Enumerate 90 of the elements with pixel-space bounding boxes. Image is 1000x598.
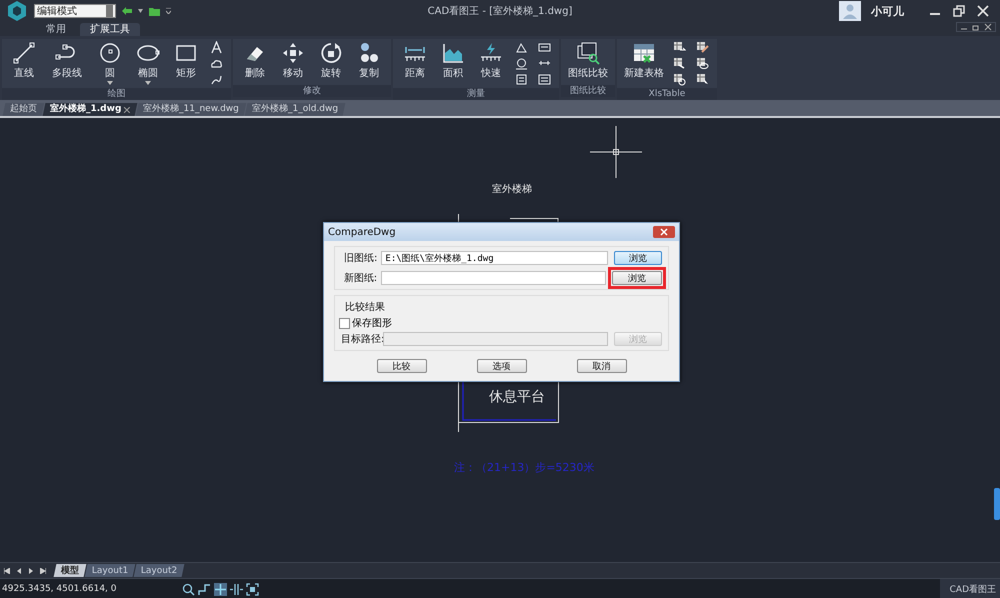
dialog-button[interactable]: 选项 xyxy=(476,359,526,373)
platform-label: 休息平台 xyxy=(489,388,545,406)
close-button[interactable] xyxy=(653,226,675,238)
list-measure-icon[interactable] xyxy=(538,73,551,86)
ribbon-tool-button[interactable]: 删除 xyxy=(237,41,273,80)
ribbon-tool-button[interactable]: 快速 xyxy=(473,41,509,80)
ribbon-tab[interactable]: 扩展工具 xyxy=(80,23,140,36)
caret-icon[interactable] xyxy=(145,81,151,85)
area-chart-icon xyxy=(441,41,465,65)
last-layout-icon[interactable] xyxy=(40,568,46,574)
restore-icon[interactable] xyxy=(972,23,980,31)
frame-measure-icon[interactable] xyxy=(538,41,551,54)
app-label: CAD看图王 xyxy=(940,579,1000,598)
customize-caret-icon[interactable] xyxy=(166,8,171,14)
rotate-icon xyxy=(319,41,343,65)
ribbon-tool-button[interactable]: 图纸比较 xyxy=(565,41,611,80)
group-title: XlsTable xyxy=(617,88,717,100)
radius-icon[interactable] xyxy=(515,57,528,70)
mode-dropdown[interactable]: 编辑模式 xyxy=(34,4,116,18)
group-title: 修改 xyxy=(233,85,391,97)
ribbon-tool-button[interactable]: 矩形 xyxy=(168,41,204,80)
ribbon-tool-button[interactable]: 旋转 xyxy=(313,41,349,80)
app-logo xyxy=(6,0,28,22)
document-tab[interactable]: 室外楼梯_11_new.dwg xyxy=(136,103,247,116)
ribbon-tool-button[interactable]: 椭圆 xyxy=(130,41,166,85)
caret-icon[interactable] xyxy=(107,81,113,85)
scroll-handle-icon[interactable] xyxy=(994,488,1000,520)
ribbon-tool-button[interactable]: 复制 xyxy=(351,41,387,80)
text-icon[interactable] xyxy=(210,41,223,54)
dialog-button[interactable]: 取消 xyxy=(576,359,626,373)
ribbon-tool-button[interactable]: 移动 xyxy=(275,41,311,80)
ribbon-tool-button[interactable]: 新建表格 xyxy=(621,41,667,80)
file-path-field[interactable] xyxy=(381,271,606,285)
document-tab[interactable]: 室外楼梯_1.dwg xyxy=(42,103,138,116)
ribbon-tool-button[interactable]: 直线 xyxy=(6,41,42,80)
group-title: 测量 xyxy=(393,88,559,100)
table-edit-icon[interactable] xyxy=(696,41,709,54)
angle-icon[interactable] xyxy=(515,41,528,54)
ortho-icon[interactable] xyxy=(198,582,211,596)
fullscreen-icon[interactable] xyxy=(246,582,259,596)
first-layout-icon[interactable] xyxy=(4,568,10,574)
ribbon-tool-button[interactable]: 多段线 xyxy=(44,41,90,80)
save-shape-checkbox[interactable]: 保存图形 xyxy=(339,316,662,330)
browse-button[interactable]: 浏览 xyxy=(612,271,662,285)
ribbon-tab[interactable]: 常用 xyxy=(36,23,76,36)
table-select-icon[interactable] xyxy=(696,73,709,86)
ribbon-tool-button[interactable]: 距离 xyxy=(397,41,433,80)
drawing-title: 室外楼梯 xyxy=(492,182,532,196)
ribbon-tool-button[interactable]: 圆 xyxy=(92,41,128,85)
group-title: 图纸比较 xyxy=(561,85,615,97)
cloud-icon[interactable] xyxy=(210,57,223,70)
dialog-title: CompareDwg xyxy=(328,226,396,238)
undo-arrow-icon[interactable] xyxy=(122,7,132,15)
group-title: 绘图 xyxy=(2,88,231,100)
previous-layout-icon[interactable] xyxy=(16,568,22,574)
document-tab[interactable]: 起始页 xyxy=(2,103,44,116)
field-label: 新图纸: xyxy=(342,272,378,285)
dialog-button[interactable]: 比较 xyxy=(376,359,426,373)
close-icon[interactable] xyxy=(984,23,992,31)
layout-tab[interactable]: 模型 xyxy=(54,564,86,577)
next-layout-icon[interactable] xyxy=(28,568,34,574)
new-table-icon xyxy=(632,41,656,65)
ribbon-tool-button[interactable]: 面积 xyxy=(435,41,471,80)
file-path-field[interactable]: E:\图纸\室外楼梯_1.dwg xyxy=(381,251,608,265)
snap-crosshair-icon[interactable] xyxy=(214,582,227,596)
folder-icon[interactable] xyxy=(149,6,160,16)
table-settings-icon[interactable] xyxy=(673,73,686,86)
crosshair-cursor-icon xyxy=(590,126,642,178)
split-icon[interactable] xyxy=(230,582,243,596)
browse-button[interactable]: 浏览 xyxy=(614,251,662,265)
zoom-icon[interactable] xyxy=(182,582,195,596)
layout-tab[interactable]: Layout1 xyxy=(84,564,136,577)
close-icon[interactable] xyxy=(124,106,130,112)
caret-icon[interactable] xyxy=(138,9,143,13)
field-label: 旧图纸: xyxy=(343,252,378,265)
table-export-icon[interactable] xyxy=(673,57,686,70)
drawing-note: 注：（21+13）步=5230米 xyxy=(454,460,594,475)
group-title: 比较结果 xyxy=(345,300,386,314)
line-icon xyxy=(12,41,36,65)
coordinates: 4925.3435, 4501.6614, 0 xyxy=(1,584,118,594)
document-tab[interactable]: 室外楼梯_1_old.dwg xyxy=(244,103,346,116)
restore-icon[interactable] xyxy=(952,4,966,18)
circle-icon xyxy=(98,41,122,65)
window-title: CAD看图王 - [室外楼梯_1.dwg] xyxy=(428,6,572,17)
table-view-icon[interactable] xyxy=(696,57,709,70)
brush-icon[interactable] xyxy=(210,73,223,86)
move-arrows-icon xyxy=(281,41,305,65)
grid-measure-icon[interactable] xyxy=(515,73,528,86)
user-name: 小可儿 xyxy=(871,4,904,18)
layout-tab[interactable]: Layout2 xyxy=(134,564,186,577)
